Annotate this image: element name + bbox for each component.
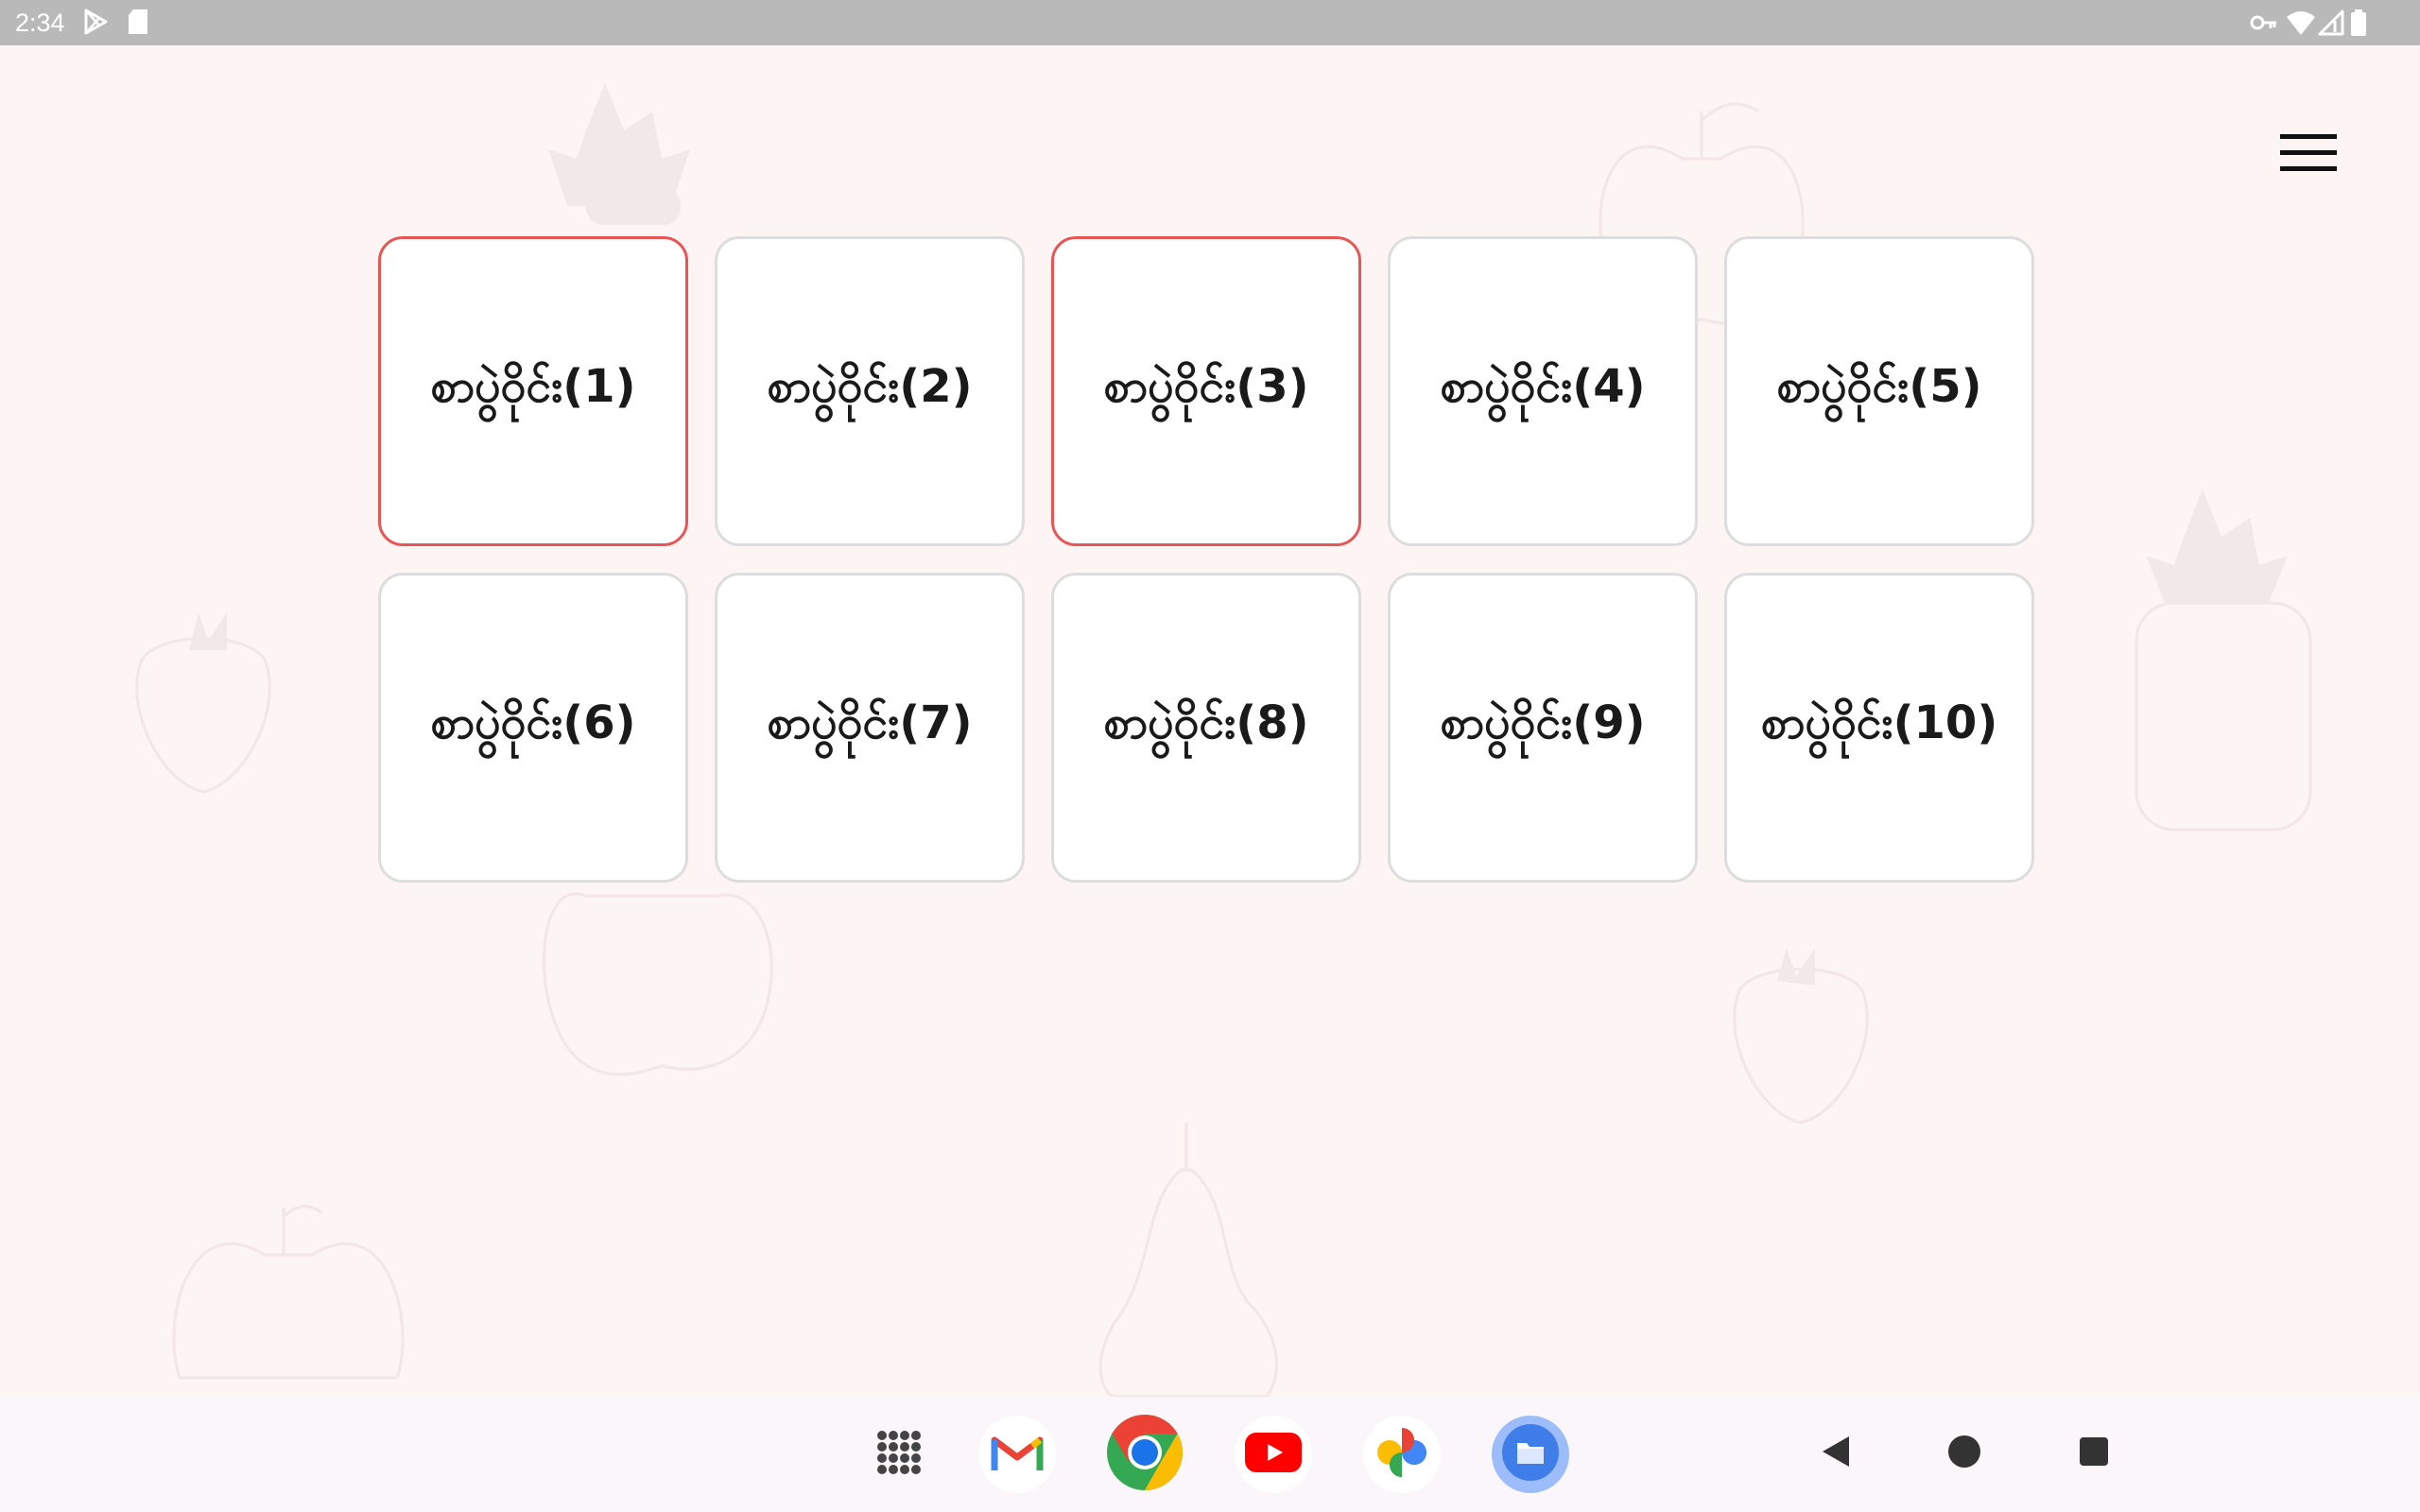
- hamburger-menu-icon: [2280, 132, 2337, 178]
- strawberry-outline: [135, 637, 271, 794]
- table-card-label: စာပွဲဝိုင်း(9): [1440, 696, 1646, 749]
- apps-grid-icon: [874, 1428, 924, 1481]
- apple-outline: [542, 892, 773, 1076]
- back-button[interactable]: [1807, 1425, 1864, 1482]
- menu-button[interactable]: [2269, 117, 2348, 193]
- table-card-2[interactable]: စာပွဲဝိုင်း(2): [715, 236, 1025, 546]
- vpn-key-icon: [2250, 9, 2278, 40]
- files-icon: [1500, 1422, 1561, 1486]
- apple-outline: [172, 1242, 405, 1380]
- table-card-label: စာပွဲဝိုင်း(1): [430, 360, 636, 413]
- table-card-10[interactable]: စာပွဲဝိုင်း(10): [1724, 573, 2034, 883]
- app-drawer-button[interactable]: [860, 1416, 938, 1493]
- table-card-label: စာပွဲဝိုင်း(10): [1760, 696, 1998, 749]
- recents-button[interactable]: [2066, 1425, 2122, 1482]
- files-app-button[interactable]: [1492, 1416, 1569, 1493]
- table-card-1[interactable]: စာပွဲဝိုင်း(1): [378, 236, 688, 546]
- pear-outline: [1098, 1168, 1278, 1397]
- table-card-label: စာပွဲဝိုင်း(6): [430, 696, 636, 749]
- chrome-icon: [1106, 1414, 1184, 1495]
- status-bar: 2:34: [0, 0, 2420, 45]
- recents-square-icon: [2079, 1436, 2109, 1470]
- home-button[interactable]: [1936, 1425, 1993, 1482]
- table-card-8[interactable]: စာပွဲဝိုင်း(8): [1051, 573, 1361, 883]
- table-card-label: စာပွဲဝိုင်း(8): [1103, 696, 1309, 749]
- back-triangle-icon: [1821, 1435, 1851, 1472]
- table-card-label: စာပွဲဝိုင်း(3): [1103, 360, 1309, 413]
- table-card-label: စာပွဲဝိုင်း(2): [767, 360, 973, 413]
- youtube-app-button[interactable]: [1235, 1416, 1312, 1493]
- table-card-5[interactable]: စာပွဲဝိုင်း(5): [1724, 236, 2034, 546]
- strawberry-outline: [1733, 968, 1869, 1125]
- gmail-icon: [991, 1433, 1044, 1476]
- pineapple-outline: [2135, 601, 2312, 832]
- table-card-6[interactable]: စာပွဲဝိုင်း(6): [378, 573, 688, 883]
- photos-app-button[interactable]: [1363, 1416, 1441, 1493]
- battery-icon: [2350, 9, 2367, 40]
- chrome-app-button[interactable]: [1106, 1414, 1184, 1495]
- sd-card-icon: [127, 8, 149, 40]
- wifi-icon: [2286, 9, 2316, 40]
- table-card-label: စာပွဲဝိုင်း(5): [1776, 360, 1982, 413]
- table-card-9[interactable]: စာပွဲဝိုင်း(9): [1388, 573, 1698, 883]
- table-card-grid: စာပွဲဝိုင်း(1) စာပွဲဝိုင်း(2) စာပွဲဝိုင်…: [378, 236, 2042, 890]
- gmail-app-button[interactable]: [978, 1416, 1056, 1493]
- table-card-label: စာပွဲဝိုင်း(4): [1440, 360, 1646, 413]
- signal-icon: [2318, 9, 2344, 40]
- home-circle-icon: [1947, 1435, 1981, 1472]
- table-card-4[interactable]: စာပွဲဝိုင်း(4): [1388, 236, 1698, 546]
- photos-icon: [1374, 1424, 1430, 1485]
- play-store-icon: [81, 8, 110, 40]
- table-card-label: စာပွဲဝိုင်း(7): [767, 696, 973, 749]
- youtube-icon: [1245, 1433, 1302, 1476]
- table-card-7[interactable]: စာပွဲဝိုင်း(7): [715, 573, 1025, 883]
- taskbar: [0, 1397, 2420, 1512]
- table-card-3[interactable]: စာပွဲဝိုင်း(3): [1051, 236, 1361, 546]
- status-time: 2:34: [15, 9, 65, 37]
